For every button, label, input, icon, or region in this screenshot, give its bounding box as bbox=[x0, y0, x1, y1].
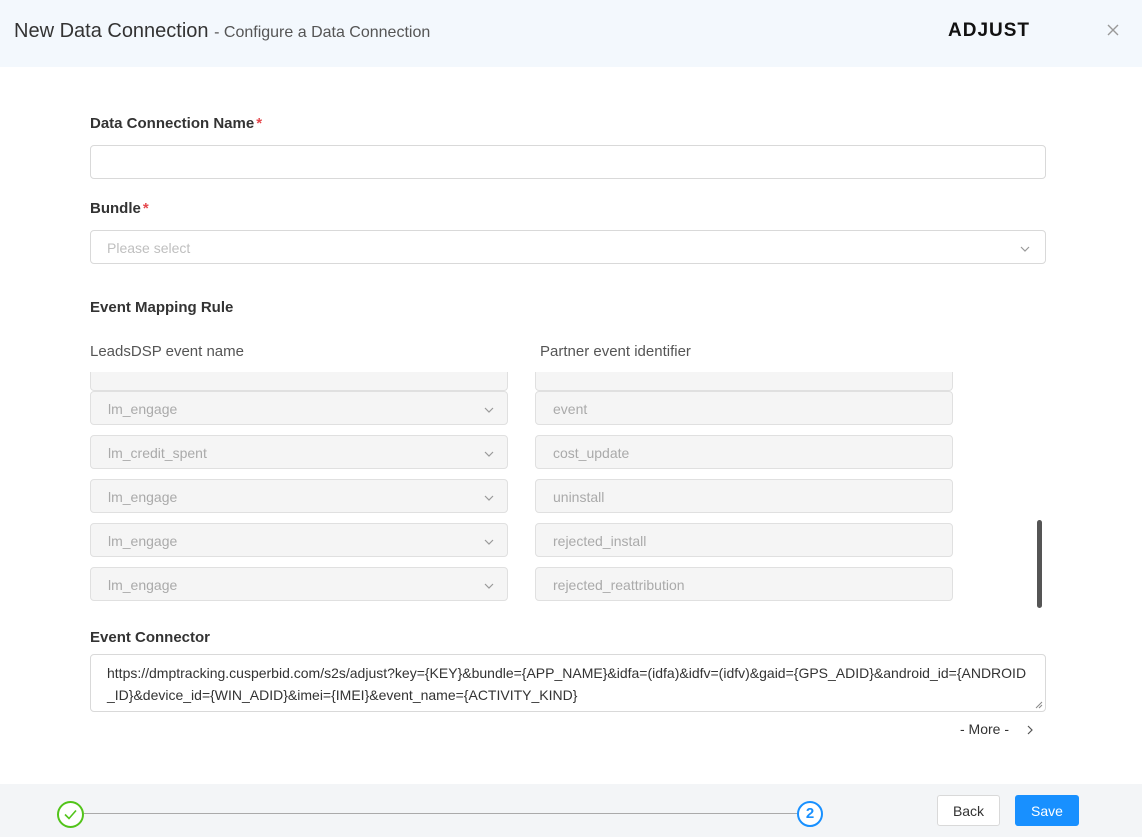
chevron-right-icon[interactable] bbox=[1024, 724, 1036, 736]
event-name-value: lm_credit_spent bbox=[108, 445, 207, 461]
mapping-scrollbar[interactable] bbox=[1037, 520, 1042, 608]
adjust-logo: ADJUST bbox=[948, 20, 1031, 41]
chevron-down-icon bbox=[484, 539, 494, 545]
event-name-value: lm_engage bbox=[108, 577, 178, 593]
bundle-label: Bundle * bbox=[90, 200, 149, 217]
partner-event-value: event bbox=[553, 401, 588, 417]
mapping-row-partial bbox=[90, 372, 960, 391]
event-name-value: lm_engage bbox=[108, 401, 178, 417]
partner-event-value: rejected_reattribution bbox=[553, 577, 685, 593]
col-header-event-name: LeadsDSP event name bbox=[90, 343, 244, 360]
bundle-select[interactable]: Please select bbox=[90, 230, 1046, 264]
modal-header: New Data Connection - Configure a Data C… bbox=[0, 0, 1142, 67]
event-connector-textarea[interactable]: https://dmptracking.cusperbid.com/s2s/ad… bbox=[90, 654, 1046, 712]
mapping-row: lm_engage uninstall bbox=[90, 479, 960, 513]
mapping-title: Event Mapping Rule bbox=[90, 299, 234, 316]
required-mark: * bbox=[256, 115, 263, 132]
chevron-down-icon bbox=[484, 495, 494, 501]
chevron-down-icon bbox=[484, 583, 494, 589]
partner-event-value: uninstall bbox=[553, 489, 605, 505]
chevron-down-icon bbox=[1020, 246, 1030, 252]
partner-event-input[interactable]: event bbox=[535, 391, 953, 425]
save-button[interactable]: Save bbox=[1015, 795, 1079, 826]
chevron-down-icon bbox=[484, 407, 494, 413]
event-name-value: lm_engage bbox=[108, 489, 178, 505]
bundle-placeholder: Please select bbox=[107, 240, 191, 256]
event-name-select[interactable]: lm_engage bbox=[90, 479, 508, 513]
name-label: Data Connection Name * bbox=[90, 115, 263, 132]
resize-handle-icon[interactable] bbox=[1034, 700, 1043, 709]
more-link[interactable]: - More - bbox=[960, 721, 1009, 737]
step-connector-line bbox=[84, 813, 797, 814]
col-header-partner-id: Partner event identifier bbox=[540, 343, 691, 360]
check-icon bbox=[64, 809, 77, 820]
partner-event-value: cost_update bbox=[553, 445, 630, 461]
partner-event-input[interactable]: uninstall bbox=[535, 479, 953, 513]
connector-label: Event Connector bbox=[90, 629, 211, 646]
event-name-value: lm_engage bbox=[108, 533, 178, 549]
required-mark: * bbox=[142, 200, 149, 217]
partner-event-input[interactable]: cost_update bbox=[535, 435, 953, 469]
chevron-down-icon bbox=[484, 451, 494, 457]
step-2-current: 2 bbox=[797, 801, 823, 827]
mapping-list[interactable]: lm_engage event lm_credit_spent cost_upd… bbox=[90, 372, 1046, 608]
mapping-row: lm_engage event bbox=[90, 391, 960, 425]
partner-event-value: rejected_install bbox=[553, 533, 647, 549]
back-button[interactable]: Back bbox=[937, 795, 1000, 826]
mapping-row: lm_engage rejected_install bbox=[90, 523, 960, 557]
partner-event-input[interactable]: rejected_reattribution bbox=[535, 567, 953, 601]
subtitle-text: - Configure a Data Connection bbox=[214, 24, 431, 41]
title-text: New Data Connection bbox=[14, 20, 209, 42]
event-name-select[interactable]: lm_engage bbox=[90, 523, 508, 557]
step-1-complete bbox=[57, 801, 84, 828]
page-title: New Data Connection - Configure a Data C… bbox=[14, 20, 430, 43]
event-name-select[interactable]: lm_engage bbox=[90, 391, 508, 425]
mapping-row: lm_credit_spent cost_update bbox=[90, 435, 960, 469]
modal-footer: 2 Back Save bbox=[0, 784, 1142, 837]
close-icon[interactable] bbox=[1105, 22, 1121, 38]
connector-url: https://dmptracking.cusperbid.com/s2s/ad… bbox=[107, 665, 1027, 703]
event-name-select[interactable]: lm_credit_spent bbox=[90, 435, 508, 469]
mapping-row: lm_engage rejected_reattribution bbox=[90, 567, 960, 601]
partner-event-input[interactable]: rejected_install bbox=[535, 523, 953, 557]
connection-name-input[interactable] bbox=[90, 145, 1046, 179]
event-name-select[interactable]: lm_engage bbox=[90, 567, 508, 601]
